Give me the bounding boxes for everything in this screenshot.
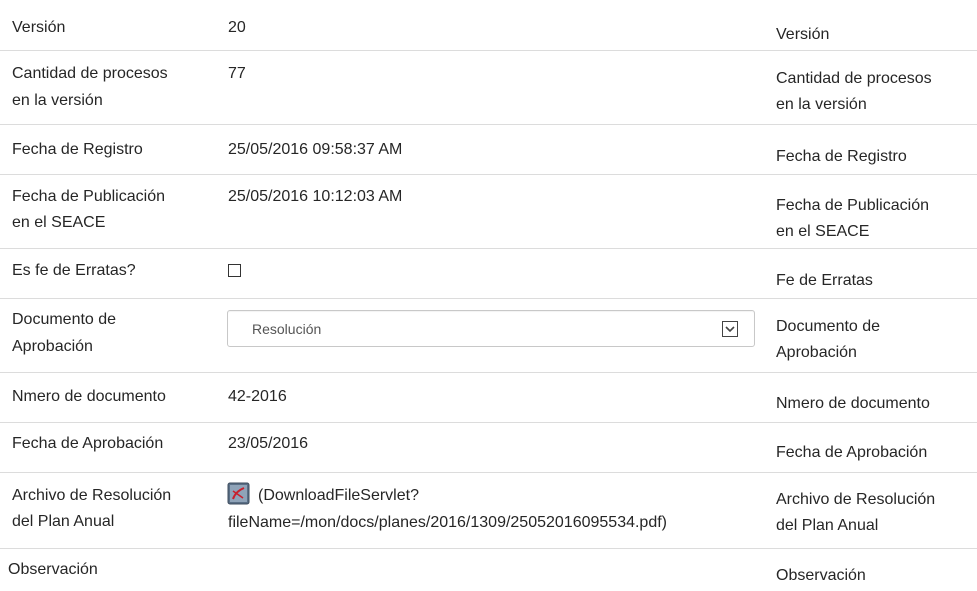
documento-right-label-1: Documento de [776, 318, 881, 335]
archivo-label-1: Archivo de Resolución [12, 487, 172, 504]
procesos-right-label-2: en la versión [776, 96, 867, 113]
aprobacion-label: Fecha de Aprobación [12, 435, 164, 452]
documento-label-1: Documento de [12, 311, 117, 328]
registro-value: 25/05/2016 09:58:37 AM [228, 141, 403, 158]
publicacion-value: 25/05/2016 10:12:03 AM [228, 188, 403, 205]
documento-label-2: Aprobación [12, 338, 93, 355]
row-version: Versión 20 Versión [0, 0, 977, 51]
numero-value: 42-2016 [228, 388, 287, 405]
archivo-right-label-1: Archivo de Resolución [776, 491, 936, 508]
erratas-label: Es fe de Erratas? [12, 262, 136, 279]
registro-label: Fecha de Registro [12, 141, 143, 158]
procesos-label-2: en la versión [12, 92, 103, 109]
plan-version-form: Versión 20 Versión Cantidad de procesos … [0, 0, 977, 591]
documento-select[interactable]: Resolución [227, 310, 755, 347]
observacion-right-label: Observación [776, 567, 866, 584]
publicacion-right-label-2: en el SEACE [776, 223, 870, 240]
archivo-right-label-2: del Plan Anual [776, 517, 879, 534]
erratas-right-label: Fe de Erratas [776, 272, 873, 289]
chevron-down-icon[interactable] [722, 321, 738, 337]
pdf-file-icon[interactable] [227, 482, 250, 505]
archivo-label-2: del Plan Anual [12, 513, 115, 530]
observacion-label: Observación [8, 561, 98, 578]
row-documento: Documento de Aprobación Resolución Docum… [0, 299, 977, 373]
publicacion-label-1: Fecha de Publicación [12, 188, 165, 205]
archivo-link-line-2[interactable]: fileName=/mon/docs/planes/2016/1309/2505… [228, 510, 667, 535]
row-registro: Fecha de Registro 25/05/2016 09:58:37 AM… [0, 125, 977, 175]
publicacion-label-2: en el SEACE [12, 214, 106, 231]
version-value: 20 [228, 19, 246, 36]
documento-right-label-2: Aprobación [776, 344, 857, 361]
numero-label: Nmero de documento [12, 388, 166, 405]
procesos-value: 77 [228, 65, 246, 82]
aprobacion-right-label: Fecha de Aprobación [776, 444, 928, 461]
erratas-checkbox[interactable] [228, 264, 241, 277]
row-erratas: Es fe de Erratas? Fe de Erratas [0, 249, 977, 299]
procesos-label-1: Cantidad de procesos [12, 65, 168, 82]
row-numero: Nmero de documento 42-2016 Nmero de docu… [0, 373, 977, 423]
row-observacion: Observación Observación [0, 549, 977, 591]
documento-select-value: Resolución [252, 321, 322, 337]
procesos-right-label-1: Cantidad de procesos [776, 70, 932, 87]
publicacion-right-label-1: Fecha de Publicación [776, 197, 929, 214]
version-right-label: Versión [776, 26, 830, 43]
row-archivo: Archivo de Resolución del Plan Anual (Do… [0, 473, 977, 549]
row-aprobacion: Fecha de Aprobación 23/05/2016 Fecha de … [0, 423, 977, 473]
version-label: Versión [12, 19, 66, 36]
numero-right-label: Nmero de documento [776, 395, 930, 412]
registro-right-label: Fecha de Registro [776, 148, 907, 165]
archivo-link-line-1[interactable]: (DownloadFileServlet? [258, 483, 419, 508]
row-procesos: Cantidad de procesos en la versión 77 Ca… [0, 51, 977, 125]
row-publicacion: Fecha de Publicación en el SEACE 25/05/2… [0, 175, 977, 249]
aprobacion-value: 23/05/2016 [228, 435, 309, 452]
